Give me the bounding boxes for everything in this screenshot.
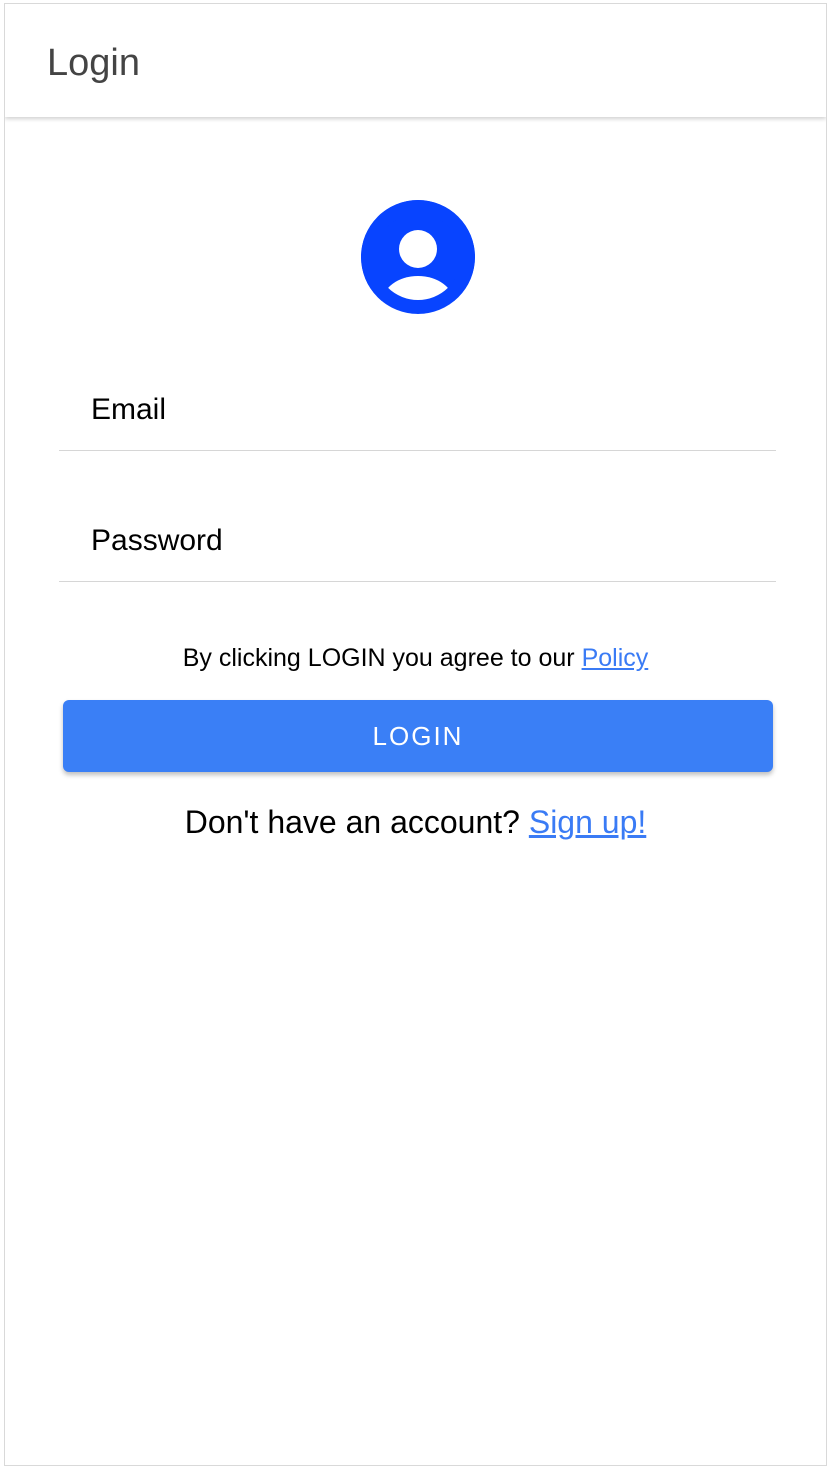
email-field xyxy=(59,370,776,451)
policy-link[interactable]: Policy xyxy=(582,644,649,672)
login-screen: Login By clicking LOGIN you agree to our… xyxy=(4,3,827,1466)
login-button[interactable]: LOGIN xyxy=(63,700,773,772)
page-title: Login xyxy=(47,42,140,84)
policy-agreement-text: By clicking LOGIN you agree to our Polic… xyxy=(5,644,826,673)
signup-prompt: Don't have an account? Sign up! xyxy=(5,804,826,841)
signup-link[interactable]: Sign up! xyxy=(529,804,646,840)
password-input[interactable] xyxy=(91,501,751,581)
signup-text: Don't have an account? xyxy=(184,804,520,840)
account-circle-icon xyxy=(361,200,475,314)
app-bar: Login xyxy=(5,4,826,117)
policy-text: By clicking LOGIN you agree to our xyxy=(182,644,575,672)
password-field xyxy=(59,501,776,582)
email-input[interactable] xyxy=(91,370,751,450)
